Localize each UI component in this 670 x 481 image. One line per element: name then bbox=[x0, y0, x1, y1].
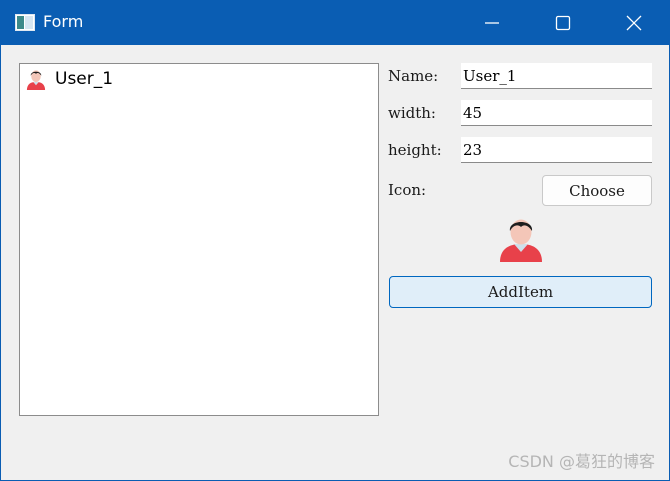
add-item-button[interactable]: AddItem bbox=[389, 276, 652, 308]
close-icon bbox=[626, 15, 642, 31]
close-button[interactable] bbox=[610, 1, 658, 45]
window-title: Form bbox=[43, 12, 84, 31]
height-label: height: bbox=[388, 141, 442, 159]
title-bar[interactable]: Form bbox=[1, 1, 669, 45]
minimize-button[interactable] bbox=[468, 1, 516, 45]
maximize-icon bbox=[555, 15, 571, 31]
user-avatar-icon bbox=[26, 70, 46, 90]
height-field[interactable] bbox=[461, 137, 652, 163]
width-field[interactable] bbox=[461, 100, 652, 126]
user-avatar-icon bbox=[500, 219, 542, 262]
name-label: Name: bbox=[388, 67, 439, 85]
list-item-label: User_1 bbox=[55, 69, 114, 89]
icon-label: Icon: bbox=[388, 181, 427, 199]
form-window: Form User_1 Name: User_1 width: 45 heigh… bbox=[0, 0, 670, 481]
maximize-button[interactable] bbox=[539, 1, 587, 45]
item-list[interactable]: User_1 bbox=[19, 63, 379, 416]
minimize-icon bbox=[485, 22, 499, 24]
name-field[interactable] bbox=[461, 63, 652, 89]
app-window-icon bbox=[15, 14, 35, 31]
width-label: width: bbox=[388, 104, 436, 122]
list-item[interactable]: User_1 bbox=[25, 67, 225, 91]
watermark: CSDN @葛狂的博客 bbox=[508, 452, 655, 471]
choose-button[interactable]: Choose bbox=[542, 175, 652, 206]
